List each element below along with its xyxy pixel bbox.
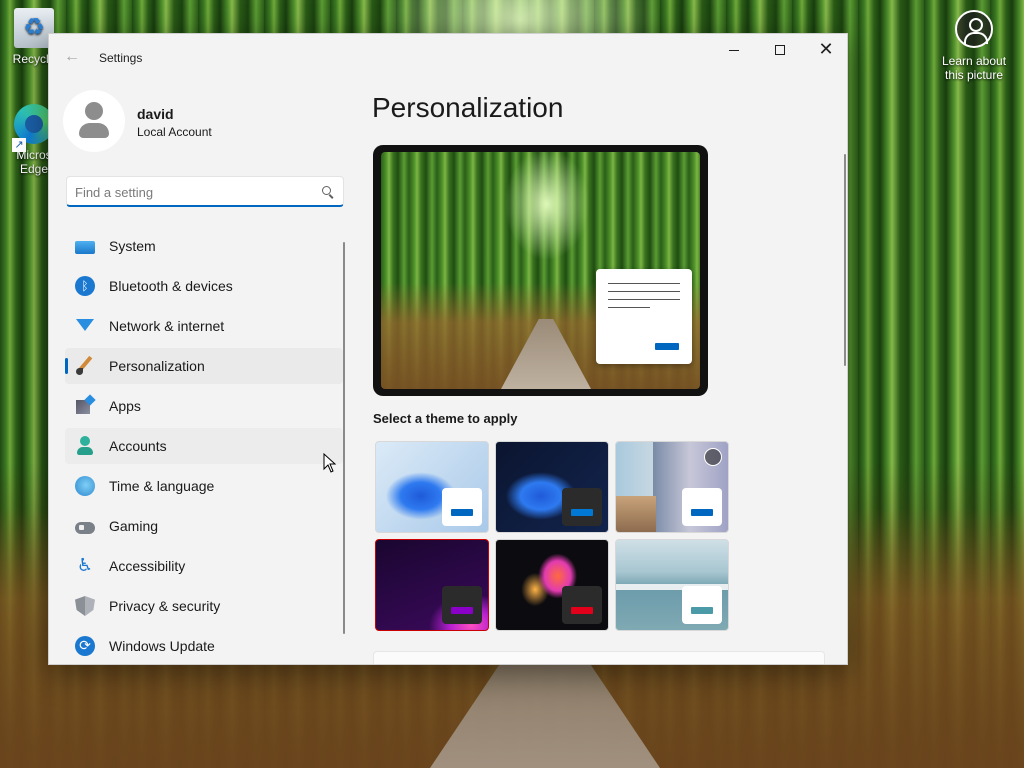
sidebar-item-label: Accounts: [109, 438, 167, 454]
sidebar-item-windows-update[interactable]: ⟳ Windows Update: [65, 628, 343, 664]
user-profile[interactable]: david Local Account: [63, 90, 343, 154]
sidebar-item-label: Personalization: [109, 358, 205, 374]
sidebar-item-label: Privacy & security: [109, 598, 221, 614]
theme-thumbnail[interactable]: [615, 441, 729, 533]
sidebar-item-gaming[interactable]: Gaming: [65, 508, 343, 544]
search-box[interactable]: [66, 176, 344, 207]
sidebar-item-label: Network & internet: [109, 318, 225, 334]
preview-line: [608, 283, 680, 284]
sidebar-item-label: Windows Update: [109, 638, 215, 654]
sidebar-item-apps[interactable]: Apps: [65, 388, 343, 424]
sidebar-item-label: System: [109, 238, 156, 254]
close-icon: ✕: [818, 39, 834, 60]
theme-accent: [691, 607, 713, 614]
sidebar-item-label: Time & language: [109, 478, 215, 494]
window-title: Settings: [99, 51, 143, 65]
sidebar-item-accounts[interactable]: Accounts: [65, 428, 343, 464]
preview-path: [501, 319, 591, 389]
brush-icon: [75, 356, 95, 376]
sidebar-scrollbar[interactable]: [343, 242, 345, 634]
preview-line: [608, 291, 680, 292]
theme-accent: [571, 607, 593, 614]
maximize-button[interactable]: [757, 34, 803, 66]
accessibility-icon: ♿: [76, 555, 94, 576]
spotlight-icon: [704, 448, 722, 466]
preview-wallpaper: [381, 152, 700, 389]
sidebar-item-bluetooth[interactable]: ᛒ Bluetooth & devices: [65, 268, 343, 304]
bluetooth-icon: ᛒ: [75, 276, 95, 296]
theme-chip: [442, 586, 482, 624]
close-button[interactable]: ✕: [803, 34, 847, 66]
search-input[interactable]: [75, 182, 305, 202]
update-icon: ⟳: [75, 636, 95, 656]
theme-thumbnail[interactable]: [495, 539, 609, 631]
theme-thumbnail[interactable]: [375, 539, 489, 631]
shield-icon: [75, 596, 95, 616]
search-icon[interactable]: [322, 186, 331, 195]
sidebar-item-personalization[interactable]: Personalization: [65, 348, 343, 384]
minimize-icon: [729, 49, 739, 51]
user-account-type: Local Account: [137, 125, 212, 139]
title-bar[interactable]: ← Settings ✕: [49, 34, 847, 82]
theme-chip: [562, 586, 602, 624]
sidebar-item-label: Apps: [109, 398, 141, 414]
minimize-button[interactable]: [711, 34, 757, 66]
theme-accent: [451, 607, 473, 614]
learn-picture-icon: [955, 10, 993, 48]
theme-chip: [442, 488, 482, 526]
preview-line: [608, 299, 680, 300]
wifi-icon: [75, 316, 95, 336]
theme-thumbnail[interactable]: [495, 441, 609, 533]
sidebar-item-label: Bluetooth & devices: [109, 278, 233, 294]
user-name: david: [137, 106, 174, 122]
gamepad-icon: [75, 522, 95, 534]
main-scrollbar[interactable]: [844, 154, 846, 366]
theme-section-label: Select a theme to apply: [373, 411, 518, 426]
preview-window: [596, 269, 692, 364]
mouse-cursor-icon: [323, 453, 337, 473]
learn-about-picture[interactable]: Learn about this picture: [934, 10, 1014, 82]
apps-icon: [75, 396, 95, 416]
theme-preview: [373, 145, 708, 396]
sidebar-item-accessibility[interactable]: ♿ Accessibility: [65, 548, 343, 584]
sidebar-item-network[interactable]: Network & internet: [65, 308, 343, 344]
preview-line: [608, 307, 650, 308]
sidebar-item-time-language[interactable]: Time & language: [65, 468, 343, 504]
settings-card[interactable]: [373, 651, 825, 664]
avatar: [63, 90, 125, 152]
system-icon: [75, 241, 95, 254]
selection-indicator: [65, 358, 68, 374]
theme-accent: [451, 509, 473, 516]
learn-about-label: Learn about this picture: [941, 54, 1007, 82]
preview-button: [655, 343, 679, 350]
maximize-icon: [775, 45, 785, 55]
sidebar-nav: System ᛒ Bluetooth & devices Network & i…: [65, 228, 343, 664]
settings-window: ← Settings ✕ david Local Account System …: [48, 33, 848, 665]
accounts-icon: [75, 436, 95, 456]
theme-thumbnail[interactable]: [615, 539, 729, 631]
page-title: Personalization: [372, 92, 564, 123]
theme-chip: [682, 586, 722, 624]
theme-thumbnail[interactable]: [375, 441, 489, 533]
sidebar-item-label: Gaming: [109, 518, 159, 534]
shortcut-arrow-icon: ↗: [12, 138, 26, 152]
theme-chip: [562, 488, 602, 526]
sidebar-item-privacy[interactable]: Privacy & security: [65, 588, 343, 624]
theme-accent: [691, 509, 713, 516]
back-arrow-icon[interactable]: ←: [61, 46, 83, 68]
desktop-icon-label: Micros Edge: [16, 148, 52, 176]
globe-clock-icon: [75, 476, 95, 496]
theme-chip: [682, 488, 722, 526]
sidebar-item-system[interactable]: System: [65, 228, 343, 264]
sidebar-item-label: Accessibility: [109, 558, 186, 574]
theme-accent: [571, 509, 593, 516]
